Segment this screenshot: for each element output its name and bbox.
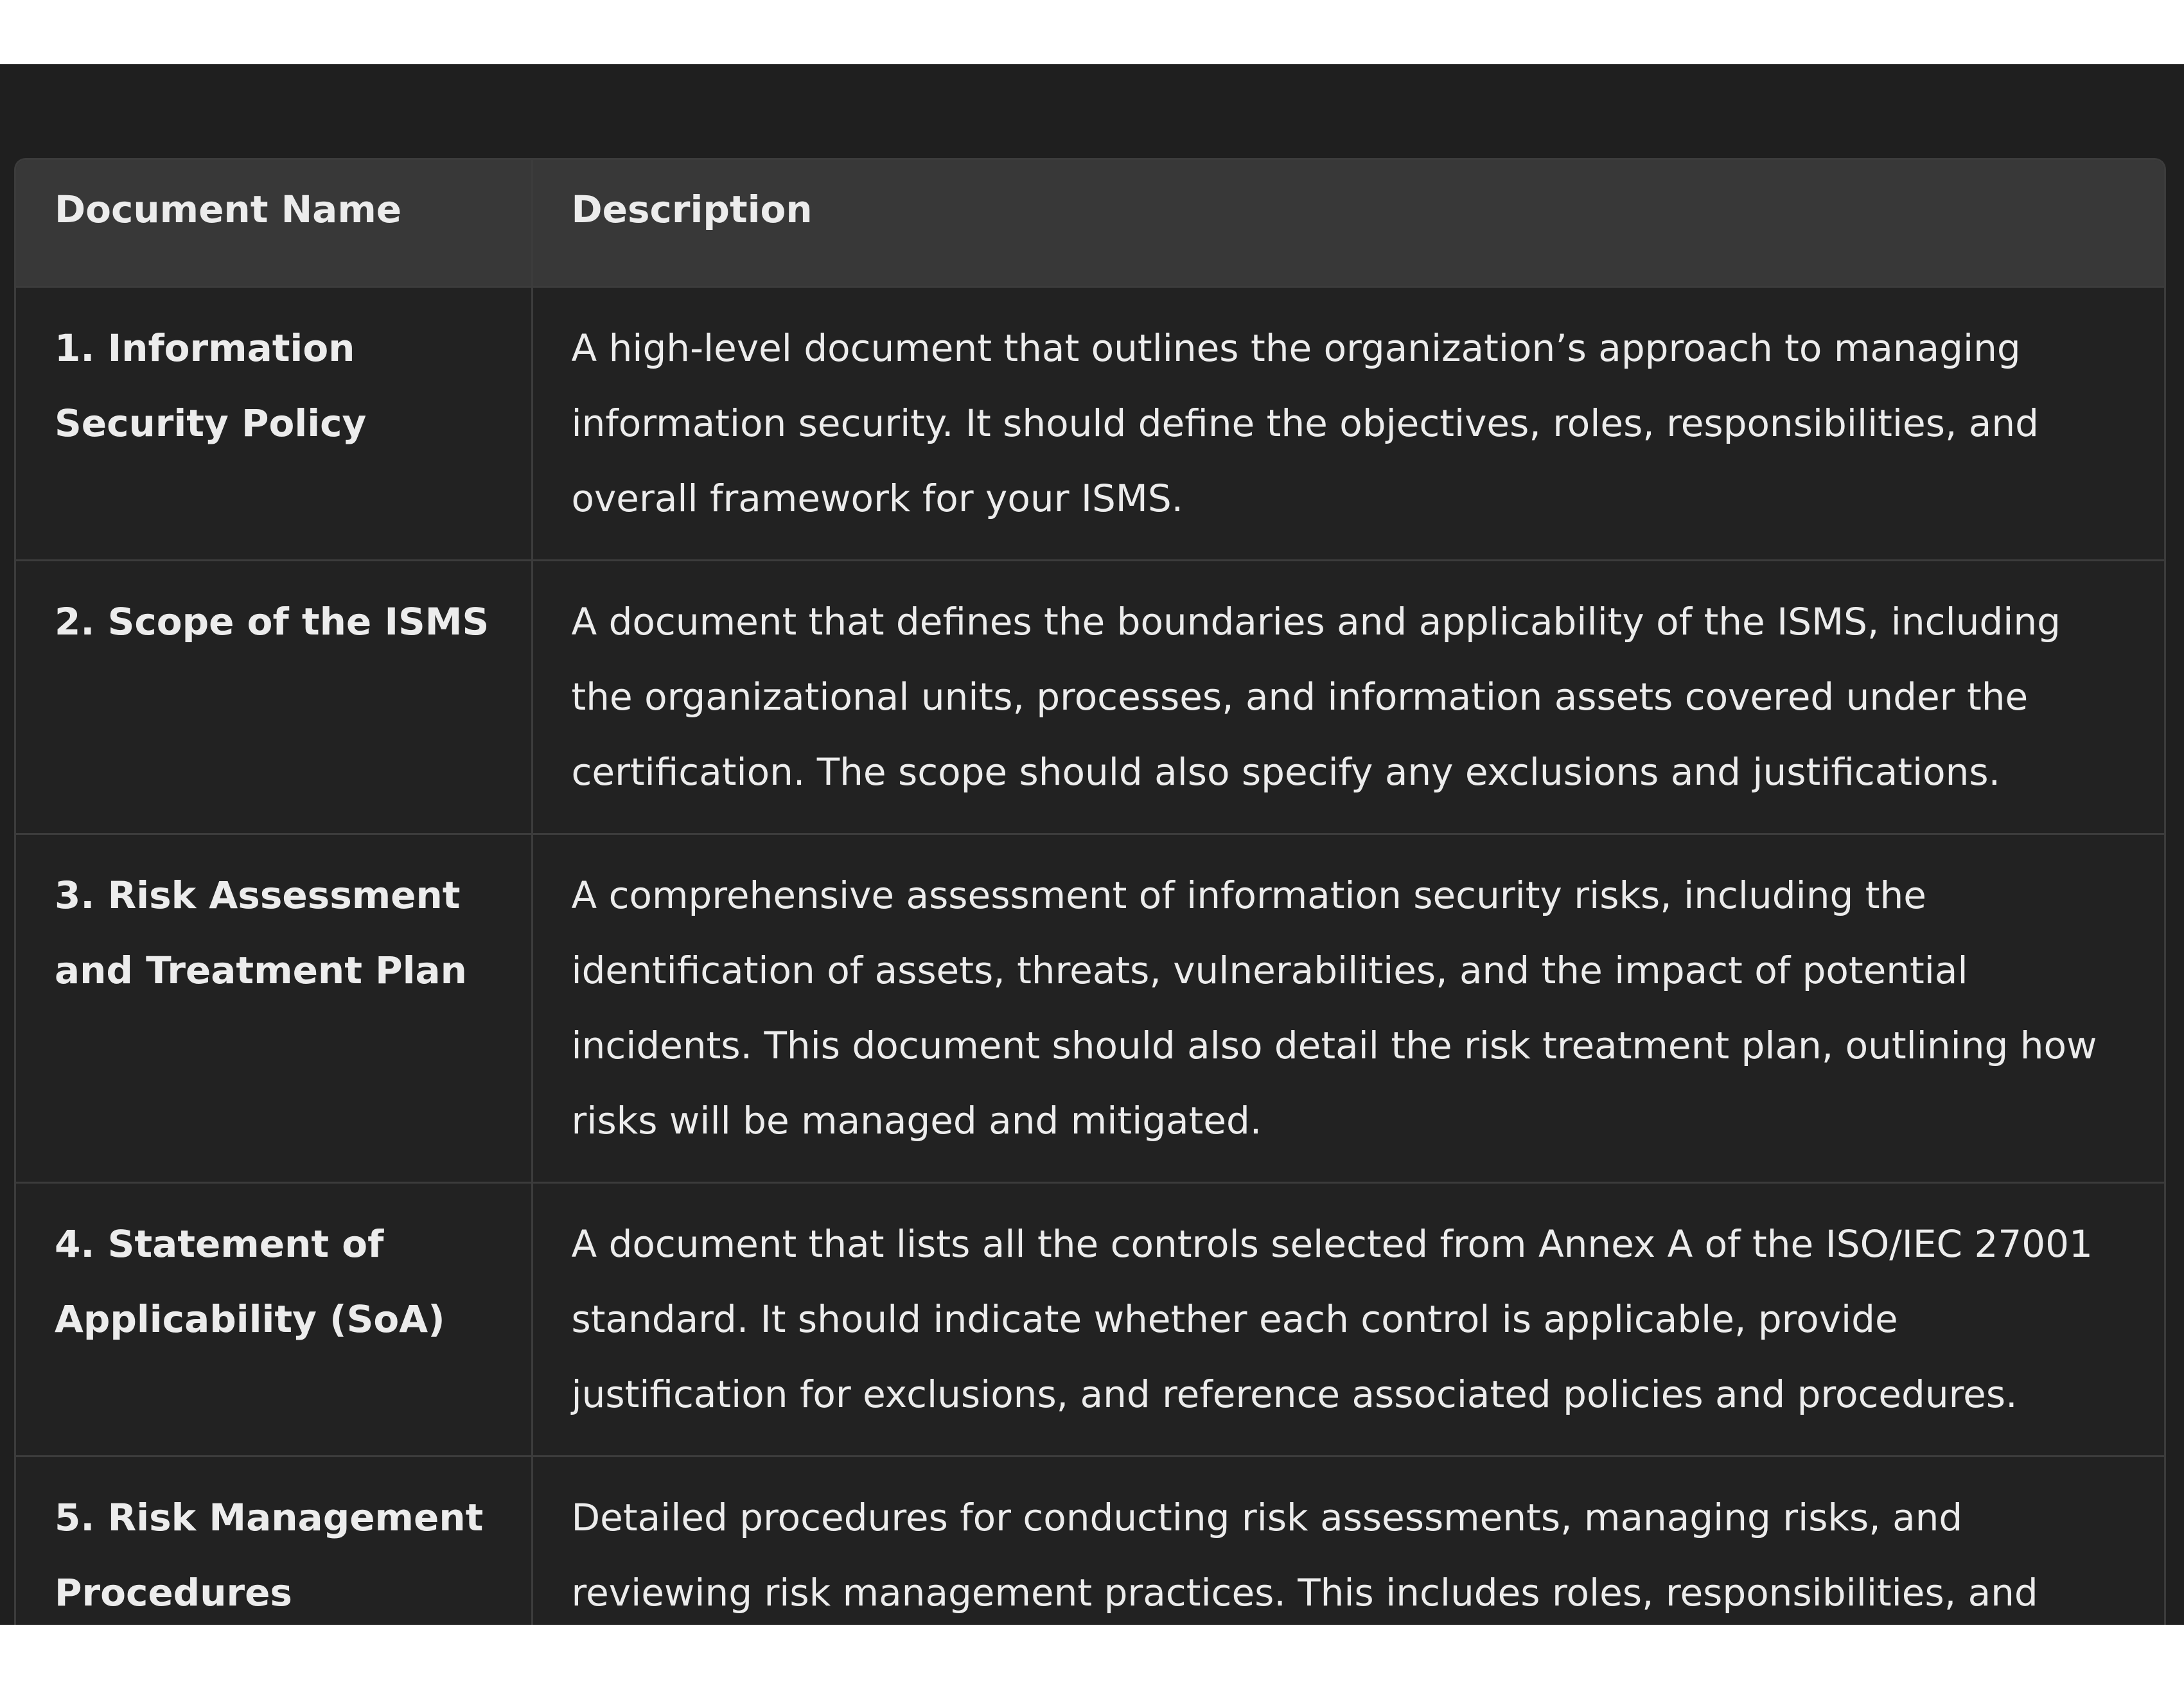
column-header-document-name: Document Name <box>16 160 533 288</box>
description-cell: A document that lists all the controls s… <box>532 1182 2164 1457</box>
table-row: 2. Scope of the ISMS A document that def… <box>16 560 2164 835</box>
table-row: 5. Risk Management Procedures Detailed p… <box>16 1456 2164 1625</box>
document-name-cell: 2. Scope of the ISMS <box>16 560 533 835</box>
document-name-cell: 3. Risk Assessment and Treatment Plan <box>16 834 533 1184</box>
documents-table: Document Name Description 1. Information… <box>16 160 2164 1625</box>
documents-table-container: Document Name Description 1. Information… <box>14 158 2166 1625</box>
description-cell: A high-level document that outlines the … <box>532 286 2164 561</box>
table-row: 3. Risk Assessment and Treatment Plan A … <box>16 834 2164 1184</box>
content-area: Document Name Description 1. Information… <box>0 64 2184 1625</box>
document-name-cell: 1. Information Security Policy <box>16 286 533 561</box>
description-cell: A comprehensive assessment of informatio… <box>532 834 2164 1184</box>
table-header-row: Document Name Description <box>16 160 2164 288</box>
description-cell: Detailed procedures for conducting risk … <box>571 1496 2038 1615</box>
document-name-cell: 4. Statement of Applicability (SoA) <box>16 1182 533 1457</box>
description-cell: A document that defines the boundaries a… <box>532 560 2164 835</box>
document-name-cell: 5. Risk Management Procedures <box>16 1456 533 1625</box>
table-row: 1. Information Security Policy A high-le… <box>16 286 2164 561</box>
table-row: 4. Statement of Applicability (SoA) A do… <box>16 1182 2164 1457</box>
column-header-description: Description <box>532 160 2164 288</box>
